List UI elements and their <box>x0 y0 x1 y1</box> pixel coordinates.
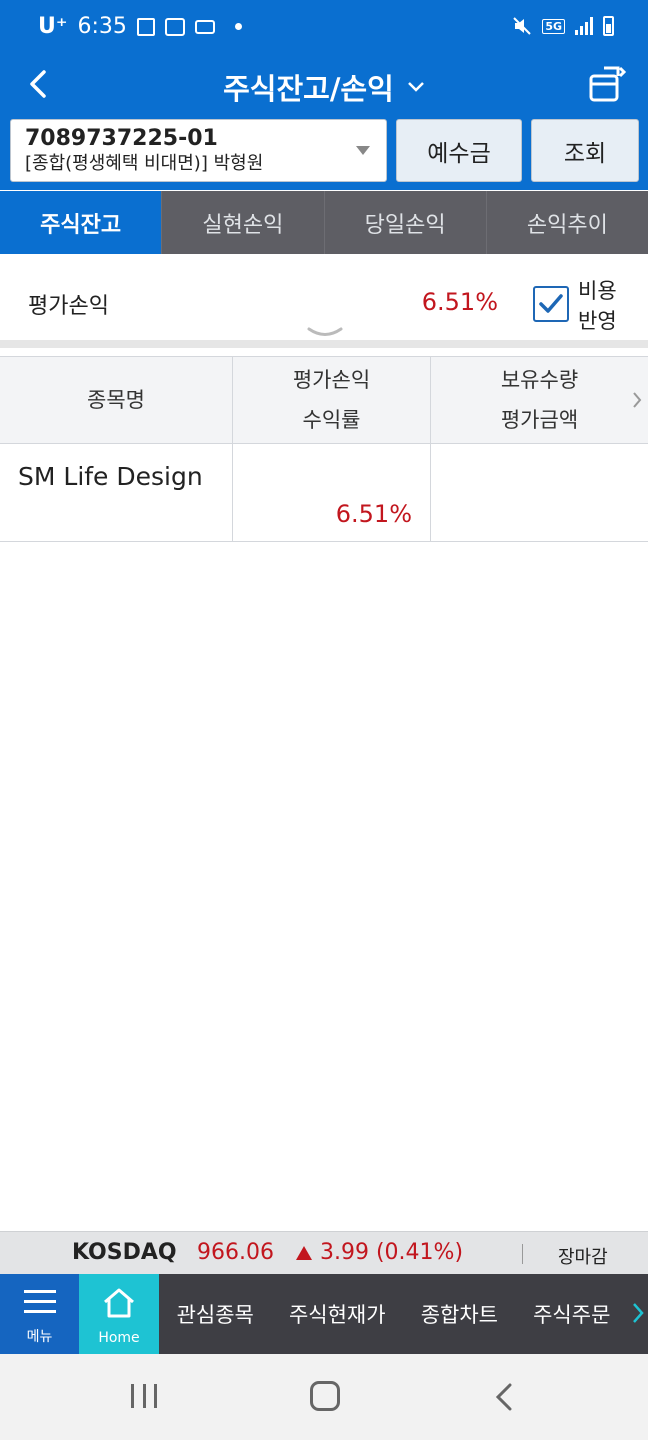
cell-pnl-rate: 6.51% <box>233 444 431 541</box>
mute-icon <box>513 17 532 35</box>
network-type-icon: 5G <box>542 18 565 34</box>
index-value: 966.06 <box>197 1240 274 1265</box>
account-bar: 7089737225-01 [종합(평생혜택 비대면)] 박형원 예수금 조회 <box>0 110 648 190</box>
account-description: [종합(평생혜택 비대면)] 박형원 <box>25 153 264 174</box>
cell-qty-amount <box>431 444 648 541</box>
exit-icon[interactable] <box>586 62 630 106</box>
battery-icon <box>603 16 614 36</box>
account-select[interactable]: 7089737225-01 [종합(평생혜택 비대면)] 박형원 <box>10 119 387 182</box>
notification-icon <box>136 17 155 36</box>
header-stock-name: 종목명 <box>0 357 233 443</box>
nav-chart[interactable]: 종합차트 <box>421 1299 498 1329</box>
tab-bar: 주식잔고 실현손익 당일손익 손익추이 <box>0 191 648 254</box>
system-nav-bar <box>0 1354 648 1440</box>
home-icon <box>104 1288 134 1318</box>
dropdown-arrow-icon <box>356 146 370 155</box>
divider <box>522 1244 523 1264</box>
nav-order[interactable]: 주식주문 <box>533 1299 610 1329</box>
status-left: U⁺ 6:35 <box>38 14 242 39</box>
home-circle-icon[interactable] <box>310 1381 340 1411</box>
home-label: Home <box>98 1330 140 1346</box>
title-selector[interactable]: 주식잔고/손익 <box>0 66 648 108</box>
home-button[interactable]: Home <box>79 1274 159 1354</box>
bottom-nav: 메뉴 Home 관심종목 주식현재가 종합차트 주식주문 <box>0 1274 648 1354</box>
nav-watchlist[interactable]: 관심종목 <box>177 1299 254 1329</box>
app-notification-icon <box>194 19 215 34</box>
stock-name: SM Life Design <box>18 462 203 491</box>
chevron-right-icon[interactable] <box>632 1302 644 1324</box>
tab-realized-pnl[interactable]: 실현손익 <box>162 191 325 254</box>
clock: 6:35 <box>77 14 127 39</box>
checkmark-icon <box>539 294 563 313</box>
app-header: 주식잔고/손익 <box>0 58 648 110</box>
menu-label: 메뉴 <box>26 1329 53 1345</box>
summary-panel: 평가손익 6.51% 비용 반영 <box>0 262 648 348</box>
header-pnl-rate: 평가손익 수익률 <box>233 357 431 443</box>
tab-stock-balance[interactable]: 주식잔고 <box>0 191 163 254</box>
quick-menu: 관심종목 주식현재가 종합차트 주식주문 <box>159 1274 628 1354</box>
cost-reflect-checkbox[interactable] <box>533 286 569 322</box>
recent-apps-icon[interactable] <box>131 1384 157 1408</box>
valuation-pnl-label: 평가손익 <box>28 294 109 319</box>
market-status: 장마감 <box>558 1247 608 1268</box>
cell-stock-name: SM Life Design <box>0 444 233 541</box>
status-bar: U⁺ 6:35 5G <box>0 0 648 58</box>
deposit-button[interactable]: 예수금 <box>396 119 522 182</box>
up-arrow-icon <box>296 1246 312 1260</box>
tab-daily-pnl[interactable]: 당일손익 <box>325 191 487 254</box>
cost-reflect-label[interactable]: 비용 반영 <box>578 276 617 336</box>
index-change: 3.99 (0.41%) <box>320 1240 464 1265</box>
index-name: KOSDAQ <box>72 1240 177 1265</box>
query-button[interactable]: 조회 <box>531 119 639 182</box>
nav-current-price[interactable]: 주식현재가 <box>289 1299 386 1329</box>
carrier-label: U⁺ <box>38 14 68 39</box>
chevron-down-icon <box>408 82 424 92</box>
table-header: 종목명 평가손익 수익률 보유수량 평가금액 <box>0 356 648 444</box>
index-ticker[interactable]: KOSDAQ 966.06 3.99 (0.41%) 장마감 <box>0 1231 648 1274</box>
account-number: 7089737225-01 <box>25 126 218 151</box>
cost-label-line2: 반영 <box>578 309 617 333</box>
valuation-rate: 6.51% <box>421 288 498 316</box>
header-qty-amount: 보유수량 평가금액 <box>500 368 579 432</box>
back-nav-icon[interactable] <box>494 1382 514 1412</box>
menu-icon <box>24 1290 56 1316</box>
chevron-right-icon[interactable] <box>632 391 642 409</box>
holdings-table: 종목명 평가손익 수익률 보유수량 평가금액 SM Life Design 6.… <box>0 356 648 542</box>
status-right: 5G <box>512 16 614 36</box>
page-title: 주식잔고/손익 <box>223 72 394 106</box>
signal-icon <box>575 17 593 35</box>
tab-pnl-trend[interactable]: 손익추이 <box>487 191 648 254</box>
menu-button[interactable]: 메뉴 <box>0 1274 79 1354</box>
table-row[interactable]: SM Life Design 6.51% <box>0 444 648 542</box>
gallery-icon <box>164 17 185 36</box>
cost-label-line1: 비용 <box>578 279 617 303</box>
more-notifications-icon <box>234 23 242 30</box>
stock-rate: 6.51% <box>335 500 412 528</box>
expand-chevron-icon[interactable] <box>307 326 343 340</box>
